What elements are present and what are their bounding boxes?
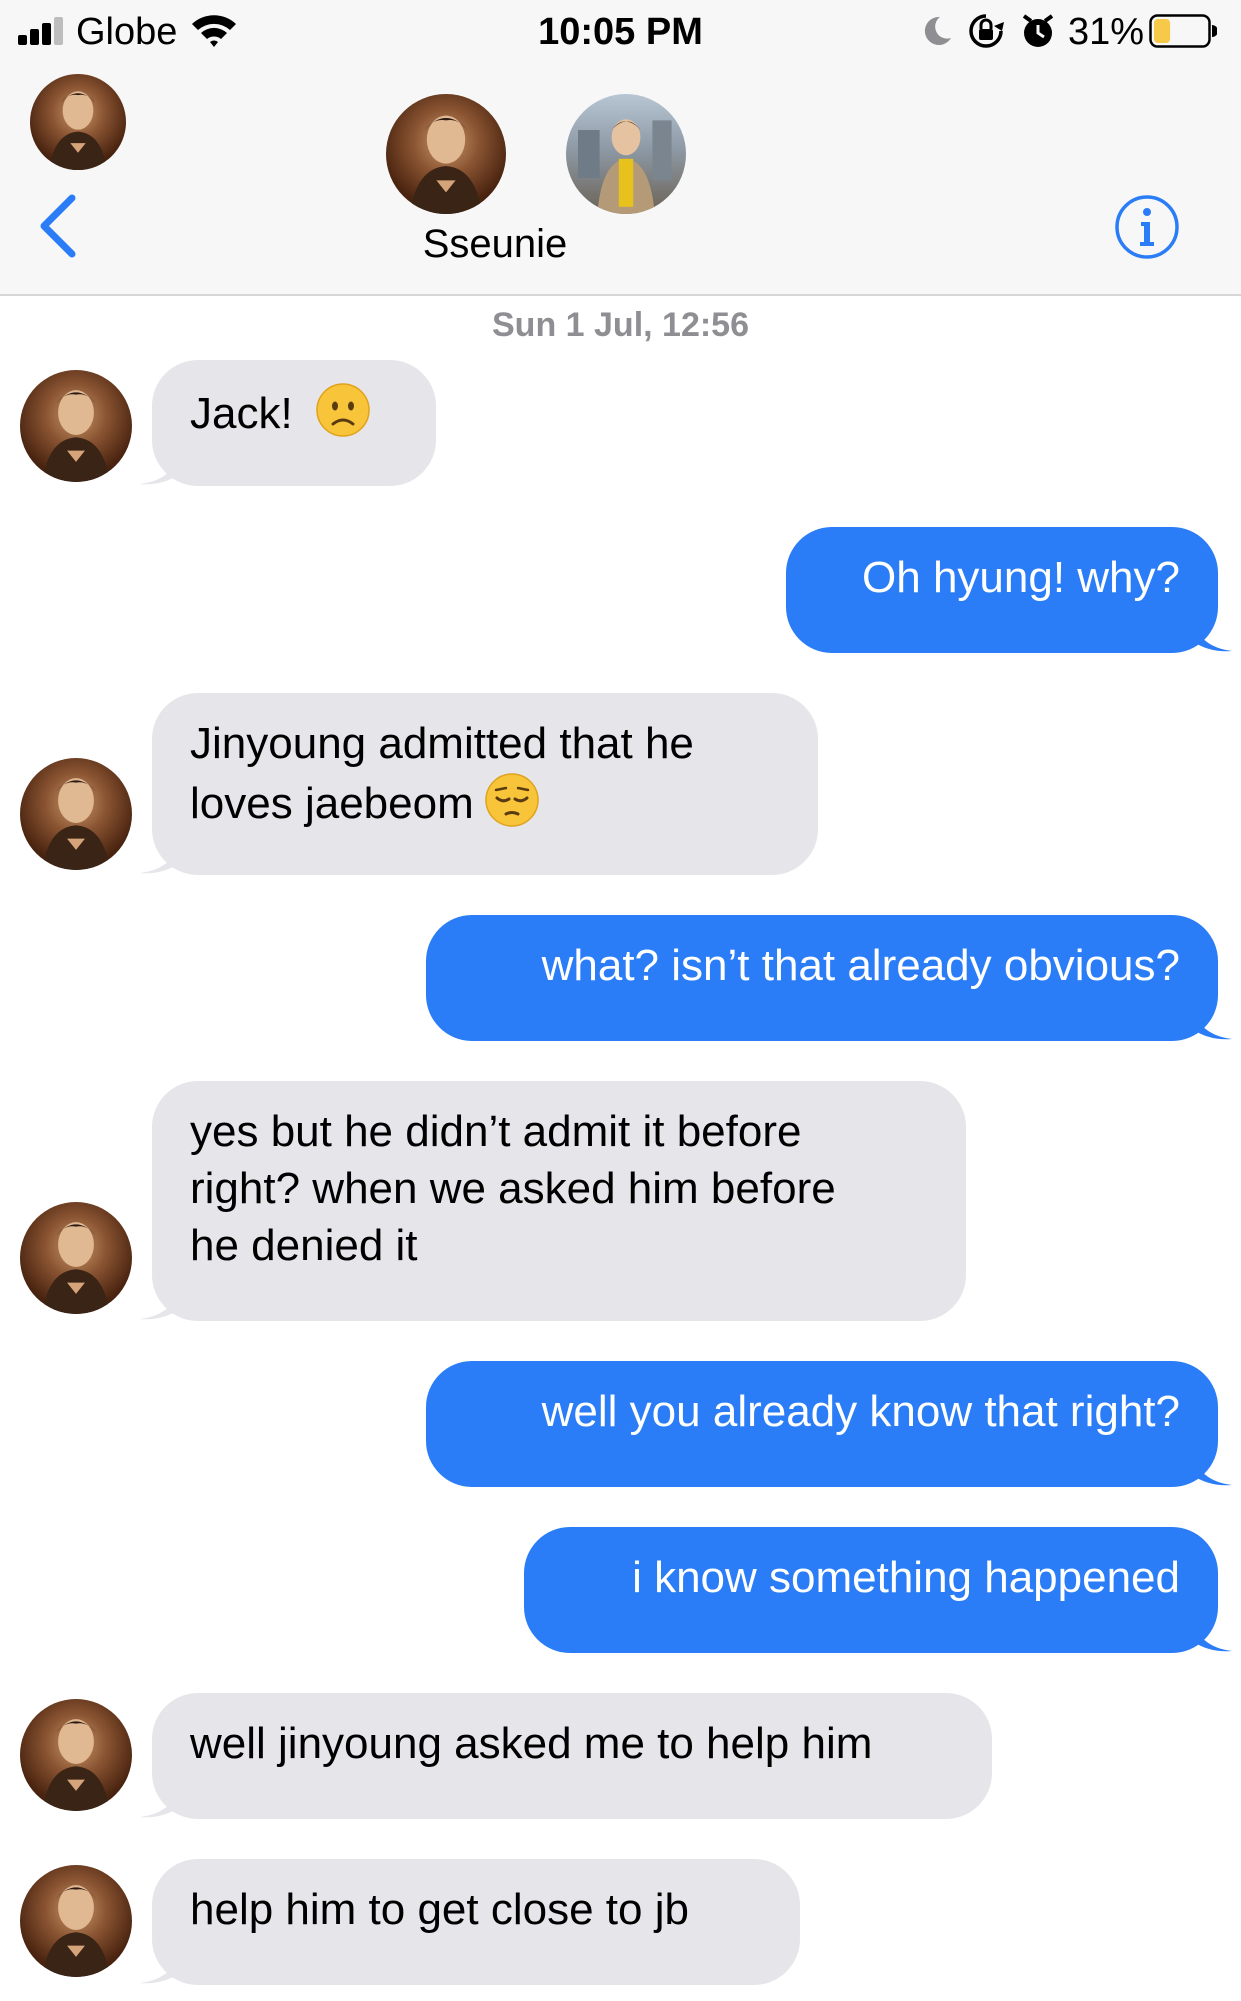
sender-avatar	[20, 1699, 132, 1811]
sender-avatar	[20, 370, 132, 482]
battery-icon	[1149, 14, 1217, 48]
message-text: well jinyoung asked me to help him	[190, 1719, 873, 1768]
bubble-tail	[140, 1783, 180, 1818]
message-text: Jack!	[190, 389, 293, 438]
slightly-frowning-face-emoji-icon	[316, 383, 370, 437]
battery-percentage: 31%	[1068, 11, 1145, 53]
bubble-tail	[140, 1285, 180, 1320]
incoming-message-bubble[interactable]: yes but he didn’t admit it before right?…	[140, 1081, 966, 1321]
message-text-line: yes but he didn’t admit it before	[190, 1107, 802, 1156]
incoming-message-bubble[interactable]: Jack!	[140, 360, 436, 486]
sender-avatar	[20, 1202, 132, 1314]
bubble-tail	[1192, 1617, 1232, 1652]
bubble-tail	[1192, 1005, 1232, 1040]
pensive-face-emoji-icon	[484, 773, 539, 827]
incoming-message-bubble[interactable]: Jinyoung admitted that he loves jaebeom	[140, 693, 818, 875]
message-text: help him to get close to jb	[190, 1885, 689, 1934]
bubble-tail	[140, 450, 180, 485]
conversation-timestamp: Sun 1 Jul, 12:56	[492, 306, 749, 344]
incoming-message-bubble[interactable]: help him to get close to jb	[140, 1859, 800, 1985]
alarm-clock-icon	[1022, 14, 1054, 47]
outgoing-message-bubble[interactable]: what? isn’t that already obvious?	[426, 915, 1232, 1041]
message-text: what? isn’t that already obvious?	[541, 941, 1180, 990]
message-text: well you already know that right?	[541, 1387, 1180, 1436]
do-not-disturb-moon-icon	[924, 16, 951, 45]
message-text-line: loves jaebeom	[190, 772, 780, 832]
bubble-tail	[1192, 1451, 1232, 1486]
sender-avatar	[20, 758, 132, 870]
bubble-tail	[140, 839, 180, 874]
outgoing-message-bubble[interactable]: i know something happened	[524, 1527, 1232, 1653]
small-contact-avatar	[30, 74, 126, 170]
contact-avatar[interactable]	[386, 94, 506, 214]
message-text-line: he denied it	[190, 1221, 418, 1270]
message-text: Oh hyung! why?	[862, 553, 1180, 602]
message-text-line: right? when we asked him before	[190, 1164, 836, 1213]
outgoing-message-bubble[interactable]: well you already know that right?	[426, 1361, 1232, 1487]
message-text: i know something happened	[632, 1553, 1180, 1602]
second-participant-avatar[interactable]	[566, 94, 686, 214]
conversation-header: Globe 10:05 PM 31% Sseunie	[0, 0, 1241, 296]
outgoing-message-bubble[interactable]: Oh hyung! why?	[786, 527, 1232, 653]
info-icon[interactable]	[1114, 194, 1180, 260]
rotation-lock-icon	[969, 14, 1004, 48]
message-text-line: Jinyoung admitted that he	[190, 719, 694, 768]
incoming-message-bubble[interactable]: well jinyoung asked me to help him	[140, 1693, 992, 1819]
bubble-tail	[1192, 617, 1232, 652]
sender-avatar	[20, 1865, 132, 1977]
bubble-tail	[140, 1949, 180, 1984]
contact-name[interactable]: Sseunie	[0, 222, 990, 267]
